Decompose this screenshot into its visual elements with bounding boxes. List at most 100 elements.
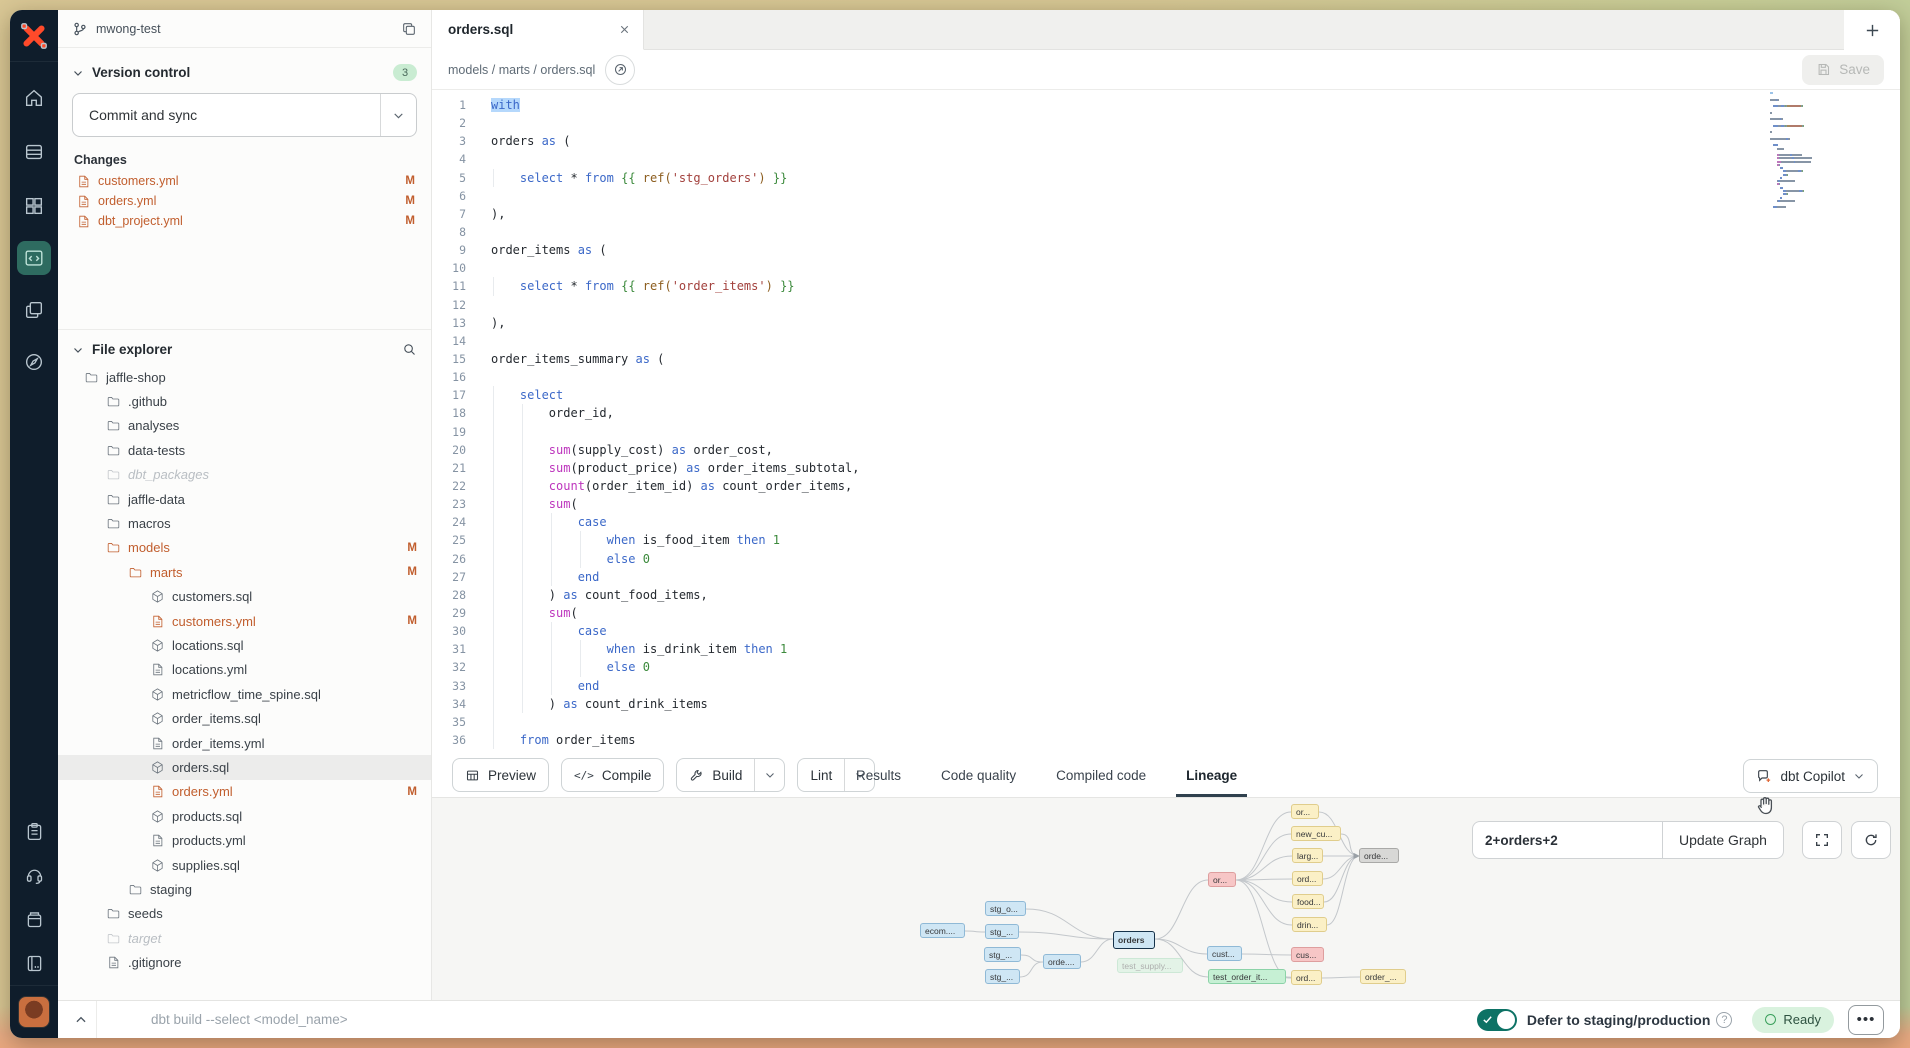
tree-item-models[interactable]: modelsM <box>58 536 431 560</box>
tree-item-order_items.yml[interactable]: order_items.yml <box>58 731 431 755</box>
tree-item-products.yml[interactable]: products.yml <box>58 828 431 852</box>
dbt-copilot-button[interactable]: dbt Copilot <box>1743 759 1878 793</box>
save-button[interactable]: Save <box>1802 55 1884 85</box>
code-editor[interactable]: 1with23orders as (45 select * from {{ re… <box>432 90 1900 753</box>
tree-item-macros[interactable]: macros <box>58 511 431 535</box>
user-avatar[interactable] <box>18 996 50 1028</box>
tab-orders-sql[interactable]: orders.sql <box>432 10 644 50</box>
deploy-icon[interactable] <box>10 130 58 174</box>
explore-icon[interactable] <box>10 340 58 384</box>
code-line-23: 23 sum( <box>432 495 1900 513</box>
build-dropdown[interactable] <box>754 759 784 791</box>
tasks-icon[interactable] <box>10 809 58 853</box>
develop-icon[interactable] <box>10 236 58 280</box>
ready-status-badge[interactable]: Ready <box>1752 1007 1834 1033</box>
projects-icon[interactable] <box>10 288 58 332</box>
expand-terminal-button[interactable] <box>66 1001 96 1039</box>
lineage-node-ord...[interactable]: ord... <box>1291 970 1322 985</box>
tree-item-analyses[interactable]: analyses <box>58 414 431 438</box>
tree-item-label: analyses <box>128 418 417 433</box>
tree-item-.github[interactable]: .github <box>58 389 431 413</box>
lineage-node-new_cu...[interactable]: new_cu... <box>1291 826 1341 841</box>
tree-item-customers.yml[interactable]: customers.ymlM <box>58 609 431 633</box>
changed-file-orders.yml[interactable]: orders.ymlM <box>58 191 431 211</box>
lineage-node-order_...[interactable]: order_... <box>1360 969 1406 984</box>
tree-item-supplies.sql[interactable]: supplies.sql <box>58 853 431 877</box>
code-line-35: 35 <box>432 713 1900 731</box>
chevron-down-icon[interactable] <box>72 344 84 356</box>
panel-tab-compiled-code[interactable]: Compiled code <box>1056 753 1146 797</box>
tree-item-.gitignore[interactable]: .gitignore <box>58 950 431 974</box>
tree-item-label: jaffle-shop <box>106 370 417 385</box>
tree-item-products.sql[interactable]: products.sql <box>58 804 431 828</box>
tree-item-metricflow_time_spine.sql[interactable]: metricflow_time_spine.sql <box>58 682 431 706</box>
support-icon[interactable] <box>10 853 58 897</box>
chevron-down-icon[interactable] <box>72 67 84 79</box>
lineage-node-or...[interactable]: or... <box>1291 804 1319 819</box>
lineage-node-orde....[interactable]: orde.... <box>1043 954 1081 969</box>
copy-branch-icon[interactable] <box>401 21 417 37</box>
fullscreen-button[interactable] <box>1802 821 1842 859</box>
lineage-node-cust...[interactable]: cust... <box>1207 946 1242 961</box>
lineage-node-stg_...[interactable]: stg_... <box>985 969 1020 984</box>
panel-tab-lineage[interactable]: Lineage <box>1186 753 1237 797</box>
new-tab-button[interactable] <box>1844 10 1900 50</box>
tree-item-jaffle-data[interactable]: jaffle-data <box>58 487 431 511</box>
preview-button[interactable]: Preview <box>452 758 549 792</box>
lineage-node-stg_o...[interactable]: stg_o... <box>985 901 1026 916</box>
tree-item-seeds[interactable]: seeds <box>58 902 431 926</box>
defer-toggle[interactable] <box>1477 1009 1517 1031</box>
view-lineage-button[interactable] <box>605 55 635 85</box>
panel-tab-results[interactable]: Results <box>856 753 901 797</box>
editor-minimap[interactable] <box>1770 92 1842 213</box>
command-input[interactable] <box>97 1012 1477 1027</box>
help-icon[interactable]: ? <box>1716 1012 1732 1028</box>
lineage-node-or...[interactable]: or... <box>1208 872 1236 887</box>
lineage-node-test_order_it...[interactable]: test_order_it... <box>1208 969 1286 984</box>
tree-item-customers.sql[interactable]: customers.sql <box>58 585 431 609</box>
lineage-search-input[interactable] <box>1472 821 1662 859</box>
dashboard-icon[interactable] <box>10 184 58 228</box>
docs-icon[interactable] <box>10 897 58 941</box>
lineage-node-cus...[interactable]: cus... <box>1291 947 1324 962</box>
tree-item-order_items.sql[interactable]: order_items.sql <box>58 706 431 730</box>
tree-item-target[interactable]: target <box>58 926 431 950</box>
compile-button[interactable]: </> Compile <box>561 758 664 792</box>
build-button[interactable]: Build <box>676 758 785 792</box>
tree-item-locations.sql[interactable]: locations.sql <box>58 633 431 657</box>
commit-dropdown[interactable] <box>380 94 416 136</box>
lineage-node-drin...[interactable]: drin... <box>1292 917 1327 932</box>
lineage-node-ecom....[interactable]: ecom.... <box>920 923 965 938</box>
notebook-icon[interactable] <box>10 941 58 985</box>
code-line-30: 30 case <box>432 622 1900 640</box>
more-options-button[interactable]: ••• <box>1848 1005 1884 1035</box>
lineage-node-orde...[interactable]: orde... <box>1359 848 1399 863</box>
refresh-button[interactable] <box>1851 821 1891 859</box>
lineage-node-larg...[interactable]: larg... <box>1292 848 1323 863</box>
tree-item-data-tests[interactable]: data-tests <box>58 438 431 462</box>
update-graph-button[interactable]: Update Graph <box>1662 821 1784 859</box>
lineage-node-ord...[interactable]: ord... <box>1292 871 1323 886</box>
commit-and-sync-button[interactable]: Commit and sync <box>72 93 417 137</box>
lineage-node-stg_...[interactable]: stg_... <box>985 924 1019 939</box>
code-line-16: 16 <box>432 368 1900 386</box>
tree-item-orders.yml[interactable]: orders.ymlM <box>58 780 431 804</box>
close-icon[interactable] <box>618 23 631 36</box>
tree-item-staging[interactable]: staging <box>58 877 431 901</box>
tree-item-dbt_packages[interactable]: dbt_packages <box>58 463 431 487</box>
lineage-node-orders[interactable]: orders <box>1113 931 1155 949</box>
lineage-node-stg_...[interactable]: stg_... <box>984 947 1021 962</box>
tree-item-marts[interactable]: martsM <box>58 560 431 584</box>
tree-item-jaffle-shop[interactable]: jaffle-shop <box>58 365 431 389</box>
dbt-logo-icon[interactable] <box>10 10 58 62</box>
tree-item-orders.sql[interactable]: orders.sql <box>58 755 431 779</box>
lineage-node-test_supply...[interactable]: test_supply... <box>1117 958 1183 973</box>
lineage-node-food...[interactable]: food... <box>1292 894 1324 909</box>
home-icon[interactable] <box>10 76 58 120</box>
code-brackets-icon: </> <box>574 769 594 782</box>
changed-file-customers.yml[interactable]: customers.ymlM <box>58 171 431 191</box>
changed-file-dbt_project.yml[interactable]: dbt_project.ymlM <box>58 211 431 231</box>
tree-item-locations.yml[interactable]: locations.yml <box>58 658 431 682</box>
search-icon[interactable] <box>402 342 417 357</box>
panel-tab-code-quality[interactable]: Code quality <box>941 753 1016 797</box>
